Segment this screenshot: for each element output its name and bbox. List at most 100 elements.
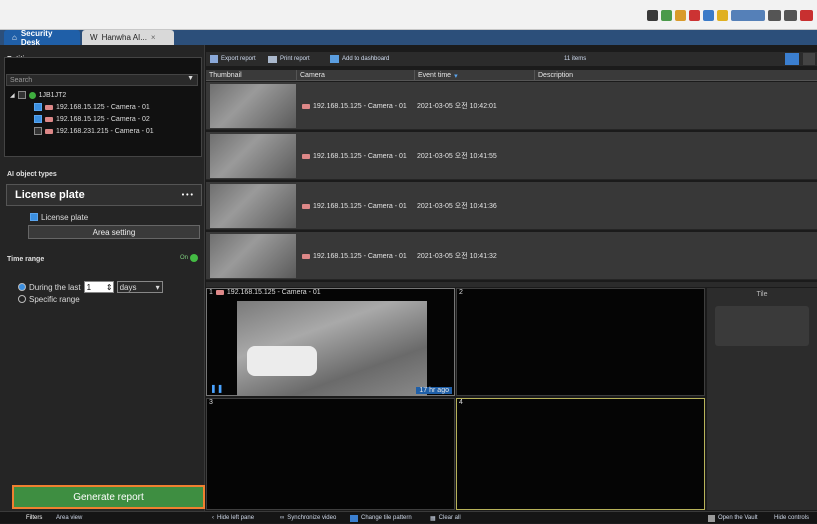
hide-controls-label: Hide controls bbox=[774, 515, 810, 521]
dashboard-label: Add to dashboard bbox=[342, 56, 390, 62]
hide-controls-button[interactable]: Hide controls bbox=[774, 512, 809, 524]
pause-icon[interactable]: ❚❚ bbox=[210, 384, 223, 393]
checkbox[interactable] bbox=[30, 213, 38, 221]
tree-checkbox[interactable] bbox=[34, 115, 42, 123]
info-icon[interactable] bbox=[703, 10, 714, 21]
tile-number: 2 bbox=[459, 289, 463, 296]
thumbnail-image bbox=[210, 84, 296, 128]
print-label: Print report bbox=[280, 56, 310, 62]
grid-view-icon[interactable] bbox=[785, 53, 799, 65]
print-report-button[interactable]: Print report bbox=[268, 52, 310, 66]
clear-label: Clear all bbox=[438, 515, 461, 521]
more-button[interactable]: • • • bbox=[182, 192, 193, 199]
tab-filters[interactable]: Filters bbox=[26, 512, 42, 524]
during-label: During the last bbox=[29, 282, 81, 292]
camera-cell: 192.168.15.125 - Camera - 01 bbox=[302, 132, 407, 180]
hide-left-pane-button[interactable]: ‹ Hide left pane bbox=[212, 512, 254, 524]
chevron-down-icon: ▾ bbox=[155, 282, 160, 292]
video-tile-3[interactable]: 3 bbox=[206, 398, 455, 510]
table-row[interactable]: 192.168.15.125 - Camera - 01 2021-03-05 … bbox=[206, 232, 817, 280]
tile-number: 4 bbox=[459, 399, 463, 406]
settings-icon[interactable] bbox=[647, 10, 658, 21]
export-label: Export report bbox=[221, 56, 256, 62]
tree-checkbox[interactable] bbox=[17, 91, 26, 99]
during-value-stepper[interactable]: 1 ⇕ bbox=[83, 281, 114, 293]
filter-icon[interactable]: ▼ bbox=[187, 75, 194, 82]
camera-name: 192.168.15.125 - Camera - 01 bbox=[313, 252, 407, 260]
table-row[interactable]: 192.168.15.125 - Camera - 01 2021-03-05 … bbox=[206, 182, 817, 230]
notification-icon[interactable] bbox=[689, 10, 700, 21]
sync-video-button[interactable]: ∞ Synchronize video bbox=[280, 512, 336, 524]
stepper-arrows-icon[interactable]: ⇕ bbox=[106, 283, 113, 292]
pattern-icon bbox=[350, 514, 358, 522]
camera-icon bbox=[45, 128, 53, 134]
tree-checkbox[interactable] bbox=[34, 127, 42, 135]
tree-item[interactable]: 192.168.231.215 - Camera - 01 bbox=[34, 125, 154, 137]
change-tile-pattern-button[interactable]: Change tile pattern bbox=[350, 512, 412, 524]
area-setting-button[interactable]: Area setting bbox=[28, 225, 200, 239]
search-input[interactable]: Search ▼ bbox=[6, 74, 198, 86]
splitter[interactable] bbox=[206, 282, 817, 287]
event-time-cell: 2021-03-05 오전 10:41:32 bbox=[417, 253, 497, 260]
tile-label: 1 192.168.15.125 - Camera - 01 bbox=[209, 289, 321, 296]
camera-icon bbox=[302, 203, 310, 209]
camera-cell: 192.168.15.125 - Camera - 01 bbox=[302, 182, 407, 230]
warning-icon[interactable] bbox=[717, 10, 728, 21]
tree-item[interactable]: 192.168.15.125 - Camera - 02 bbox=[34, 113, 150, 125]
chart-view-icon[interactable] bbox=[803, 53, 815, 65]
tab-hanwha[interactable]: W Hanwha AI... × bbox=[82, 30, 174, 45]
specific-range-option[interactable]: Specific range bbox=[18, 293, 80, 305]
during-last-option[interactable]: During the last 1 ⇕ days ▾ bbox=[18, 280, 163, 294]
tile-number: 3 bbox=[209, 399, 213, 406]
thumbnail-image bbox=[210, 184, 296, 228]
alert-icon[interactable] bbox=[675, 10, 686, 21]
video-tile-1[interactable]: 1 192.168.15.125 - Camera - 01 ❚❚ 17 hr … bbox=[206, 288, 455, 396]
open-vault-button[interactable]: Open the Vault bbox=[708, 512, 758, 524]
col-camera[interactable]: Camera bbox=[296, 70, 414, 81]
video-tile-4[interactable]: 4 bbox=[456, 398, 705, 510]
license-plate-checkbox[interactable]: License plate bbox=[30, 211, 88, 223]
col-thumbnail[interactable]: Thumbnail bbox=[206, 70, 296, 81]
tab-bar: ⌂ Security Desk W Hanwha AI... × bbox=[0, 29, 817, 47]
tree-label: 192.168.231.215 - Camera - 01 bbox=[56, 127, 154, 135]
tab-security-desk[interactable]: ⌂ Security Desk bbox=[4, 29, 80, 47]
car-image bbox=[247, 346, 317, 376]
system-tray bbox=[647, 10, 813, 21]
table-row[interactable]: 192.168.15.125 - Camera - 01 2021-03-05 … bbox=[206, 82, 817, 130]
tab-area-view[interactable]: Area view bbox=[56, 512, 82, 524]
tree-root[interactable]: ◢ 1JB1JT2 bbox=[10, 89, 66, 101]
tree-item[interactable]: 192.168.15.125 - Camera - 01 bbox=[34, 101, 150, 113]
col-event-time-label: Event time bbox=[418, 72, 452, 79]
clear-all-button[interactable]: ▦ Clear all bbox=[430, 512, 461, 524]
minimize-icon[interactable] bbox=[768, 10, 781, 21]
time-ago-badge: 17 hr ago bbox=[416, 387, 452, 394]
close-tab-icon[interactable]: × bbox=[151, 33, 156, 42]
collapse-icon[interactable]: ◢ bbox=[10, 92, 15, 99]
title-bar bbox=[0, 0, 817, 30]
bottom-bar: Filters Area view ‹ Hide left pane ∞ Synch… bbox=[0, 511, 817, 523]
control-buttons[interactable] bbox=[715, 306, 809, 346]
camera-icon bbox=[215, 290, 224, 295]
camera-name: 192.168.15.125 - Camera - 01 bbox=[313, 202, 407, 210]
unit-value: days bbox=[119, 282, 137, 292]
video-tile-2[interactable]: 2 bbox=[456, 288, 705, 396]
network-icon[interactable] bbox=[661, 10, 672, 21]
time-range-toggle[interactable]: On bbox=[180, 254, 199, 262]
search-placeholder: Search bbox=[10, 76, 33, 84]
event-time-cell: 2021-03-05 오전 10:41:36 bbox=[417, 203, 497, 210]
maximize-icon[interactable] bbox=[784, 10, 797, 21]
generate-report-button[interactable]: Generate report bbox=[12, 485, 205, 509]
tree-checkbox[interactable] bbox=[34, 103, 42, 111]
col-event-time[interactable]: Event time ▾ bbox=[414, 70, 534, 81]
close-icon[interactable] bbox=[800, 10, 813, 21]
object-type-select[interactable]: License plate • • • bbox=[6, 184, 202, 206]
table-row[interactable]: 192.168.15.125 - Camera - 01 2021-03-05 … bbox=[206, 132, 817, 180]
stepper-value: 1 bbox=[86, 282, 92, 292]
status-icon bbox=[731, 10, 765, 21]
add-dashboard-button[interactable]: Add to dashboard bbox=[330, 52, 389, 66]
radio[interactable] bbox=[18, 295, 26, 303]
col-description[interactable]: Description bbox=[534, 70, 652, 81]
radio-selected[interactable] bbox=[18, 283, 26, 291]
export-report-button[interactable]: Export report bbox=[210, 52, 256, 66]
unit-select[interactable]: days ▾ bbox=[116, 281, 163, 293]
